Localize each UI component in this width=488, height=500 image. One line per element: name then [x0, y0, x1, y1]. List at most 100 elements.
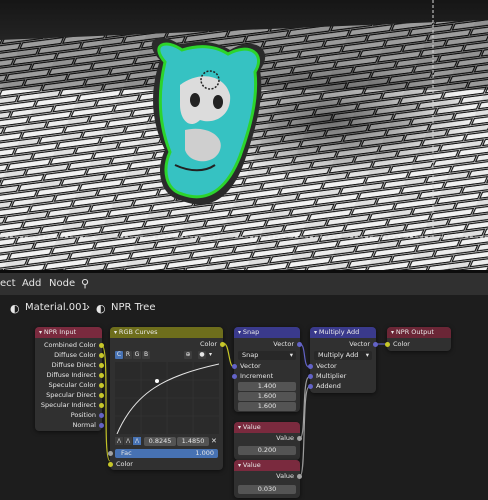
output-normal: Normal: [72, 421, 96, 429]
input-color: Color: [116, 460, 133, 468]
node-value-2[interactable]: ▾ Value Value 0.030: [234, 460, 302, 498]
node-title: NPR Output: [395, 328, 434, 336]
output-vector: Vector: [349, 340, 370, 348]
node-title: Value: [242, 423, 261, 431]
output-specular-indirect: Specular Indirect: [40, 401, 96, 409]
node-value-1[interactable]: ▾ Value Value 0.200: [234, 422, 302, 460]
curve-y-field[interactable]: 1.4850: [177, 437, 209, 446]
output-value: Value: [276, 434, 294, 442]
curve-graph[interactable]: [115, 362, 219, 434]
value-field[interactable]: 0.030: [238, 485, 296, 494]
tab-c[interactable]: C: [115, 351, 123, 359]
output-diffuse-direct: Diffuse Direct: [51, 361, 96, 369]
output-specular-color: Specular Color: [48, 381, 96, 389]
socket[interactable]: [108, 462, 113, 467]
chevron-down-icon[interactable]: ▾: [209, 351, 212, 358]
socket[interactable]: [99, 353, 104, 358]
node-npr-input[interactable]: ▾ NPR Input Combined Color Diffuse Color…: [35, 327, 104, 431]
tab-r[interactable]: R: [124, 351, 132, 359]
socket[interactable]: [99, 343, 104, 348]
socket[interactable]: [99, 413, 104, 418]
value-field[interactable]: 0.200: [238, 446, 296, 455]
socket[interactable]: [308, 384, 313, 389]
curve-point: [155, 379, 159, 383]
output-value: Value: [276, 472, 294, 480]
curve-x-field[interactable]: 0.8245: [144, 437, 176, 446]
socket[interactable]: [385, 342, 390, 347]
output-specular-direct: Specular Direct: [46, 391, 96, 399]
menu-add[interactable]: Add: [22, 278, 41, 289]
socket[interactable]: [99, 373, 104, 378]
chevron-down-icon: ▾: [289, 351, 293, 359]
node-title: NPR Input: [43, 328, 77, 336]
fac-slider[interactable]: Fac 1.000: [115, 449, 218, 458]
fac-label: Fac: [121, 449, 132, 457]
viewport-render: [0, 0, 488, 270]
node-multiply-add[interactable]: ▾ Multiply Add Vector Multiply Add ▾ Vect…: [308, 327, 378, 393]
socket[interactable]: [99, 393, 104, 398]
socket[interactable]: [297, 342, 302, 347]
tab-b[interactable]: B: [142, 351, 150, 359]
chevron-down-icon: ▾: [365, 351, 369, 359]
increment-x-field[interactable]: 1.400: [238, 382, 296, 391]
auto-clamped-handle-icon[interactable]: ⋀: [133, 437, 141, 445]
node-header[interactable]: ▾ Value: [234, 460, 300, 471]
input-color: Color: [393, 340, 410, 348]
close-icon[interactable]: ✕: [211, 437, 217, 445]
increment-y-field[interactable]: 1.600: [238, 392, 296, 401]
menu-select[interactable]: ect: [0, 278, 16, 289]
snap-mode-dropdown[interactable]: Snap ▾: [238, 351, 296, 360]
breadcrumb-material[interactable]: Material.001: [25, 302, 88, 313]
node-editor[interactable]: ect Add Node ⚲ ◐ Material.001 › ◐ NPR Tr…: [0, 273, 488, 500]
menu-node[interactable]: Node: [49, 278, 75, 289]
node-title: Value: [242, 461, 261, 469]
breadcrumb-separator: ›: [86, 302, 90, 313]
output-diffuse-indirect: Diffuse Indirect: [46, 371, 96, 379]
output-combined-color: Combined Color: [43, 341, 96, 349]
socket[interactable]: [99, 363, 104, 368]
node-snap[interactable]: ▾ Snap Vector Snap ▾ Vector Increment 1.4…: [232, 327, 302, 412]
increment-z-field[interactable]: 1.600: [238, 402, 296, 411]
socket[interactable]: [297, 474, 302, 479]
zoom-icon[interactable]: ⊕: [184, 351, 192, 359]
socket[interactable]: [308, 374, 313, 379]
socket[interactable]: [232, 374, 237, 379]
node-title: Multiply Add: [318, 328, 360, 336]
operation-dropdown[interactable]: Multiply Add ▾: [314, 351, 372, 360]
tab-g[interactable]: G: [133, 351, 141, 359]
vector-handle-icon[interactable]: ⋀: [115, 437, 123, 445]
socket[interactable]: [232, 364, 237, 369]
breadcrumb-tree[interactable]: NPR Tree: [111, 302, 155, 313]
node-header[interactable]: ▾ RGB Curves: [110, 327, 223, 338]
socket[interactable]: [308, 364, 313, 369]
socket[interactable]: [99, 383, 104, 388]
channel-tabs: C R G B: [115, 351, 151, 360]
auto-handle-icon[interactable]: ⋀: [124, 437, 132, 445]
output-diffuse-color: Diffuse Color: [54, 351, 96, 359]
node-npr-output[interactable]: ▾ NPR Output Color: [385, 327, 451, 351]
node-header[interactable]: ▾ Snap: [234, 327, 300, 338]
socket[interactable]: [108, 451, 113, 456]
socket[interactable]: [297, 436, 302, 441]
socket[interactable]: [373, 342, 378, 347]
node-title: Snap: [242, 328, 260, 336]
input-increment: Increment: [240, 372, 274, 380]
socket[interactable]: [220, 342, 225, 347]
socket[interactable]: [99, 423, 104, 428]
3d-viewport[interactable]: [0, 0, 488, 270]
socket[interactable]: [99, 403, 104, 408]
dropdown-value: Snap: [242, 351, 259, 359]
input-vector: Vector: [240, 362, 261, 370]
pin-icon[interactable]: ⚲: [81, 277, 89, 290]
node-header[interactable]: ▾ Multiply Add: [310, 327, 376, 338]
curve-tools: ⋀ ⋀ ⋀: [115, 437, 142, 446]
node-rgb-curves[interactable]: ▾ RGB Curves Color C R G B ⊕ ● ▾ ⋀ ⋀ ⋀ 0…: [108, 327, 225, 470]
color-dot-icon[interactable]: ●: [198, 351, 206, 359]
node-header[interactable]: ▾ NPR Output: [387, 327, 451, 338]
node-header[interactable]: ▾ NPR Input: [35, 327, 102, 338]
node-header[interactable]: ▾ Value: [234, 422, 300, 433]
output-vector: Vector: [273, 340, 294, 348]
dropdown-value: Multiply Add: [318, 351, 359, 359]
input-multiplier: Multiplier: [316, 372, 347, 380]
output-color: Color: [200, 340, 217, 348]
